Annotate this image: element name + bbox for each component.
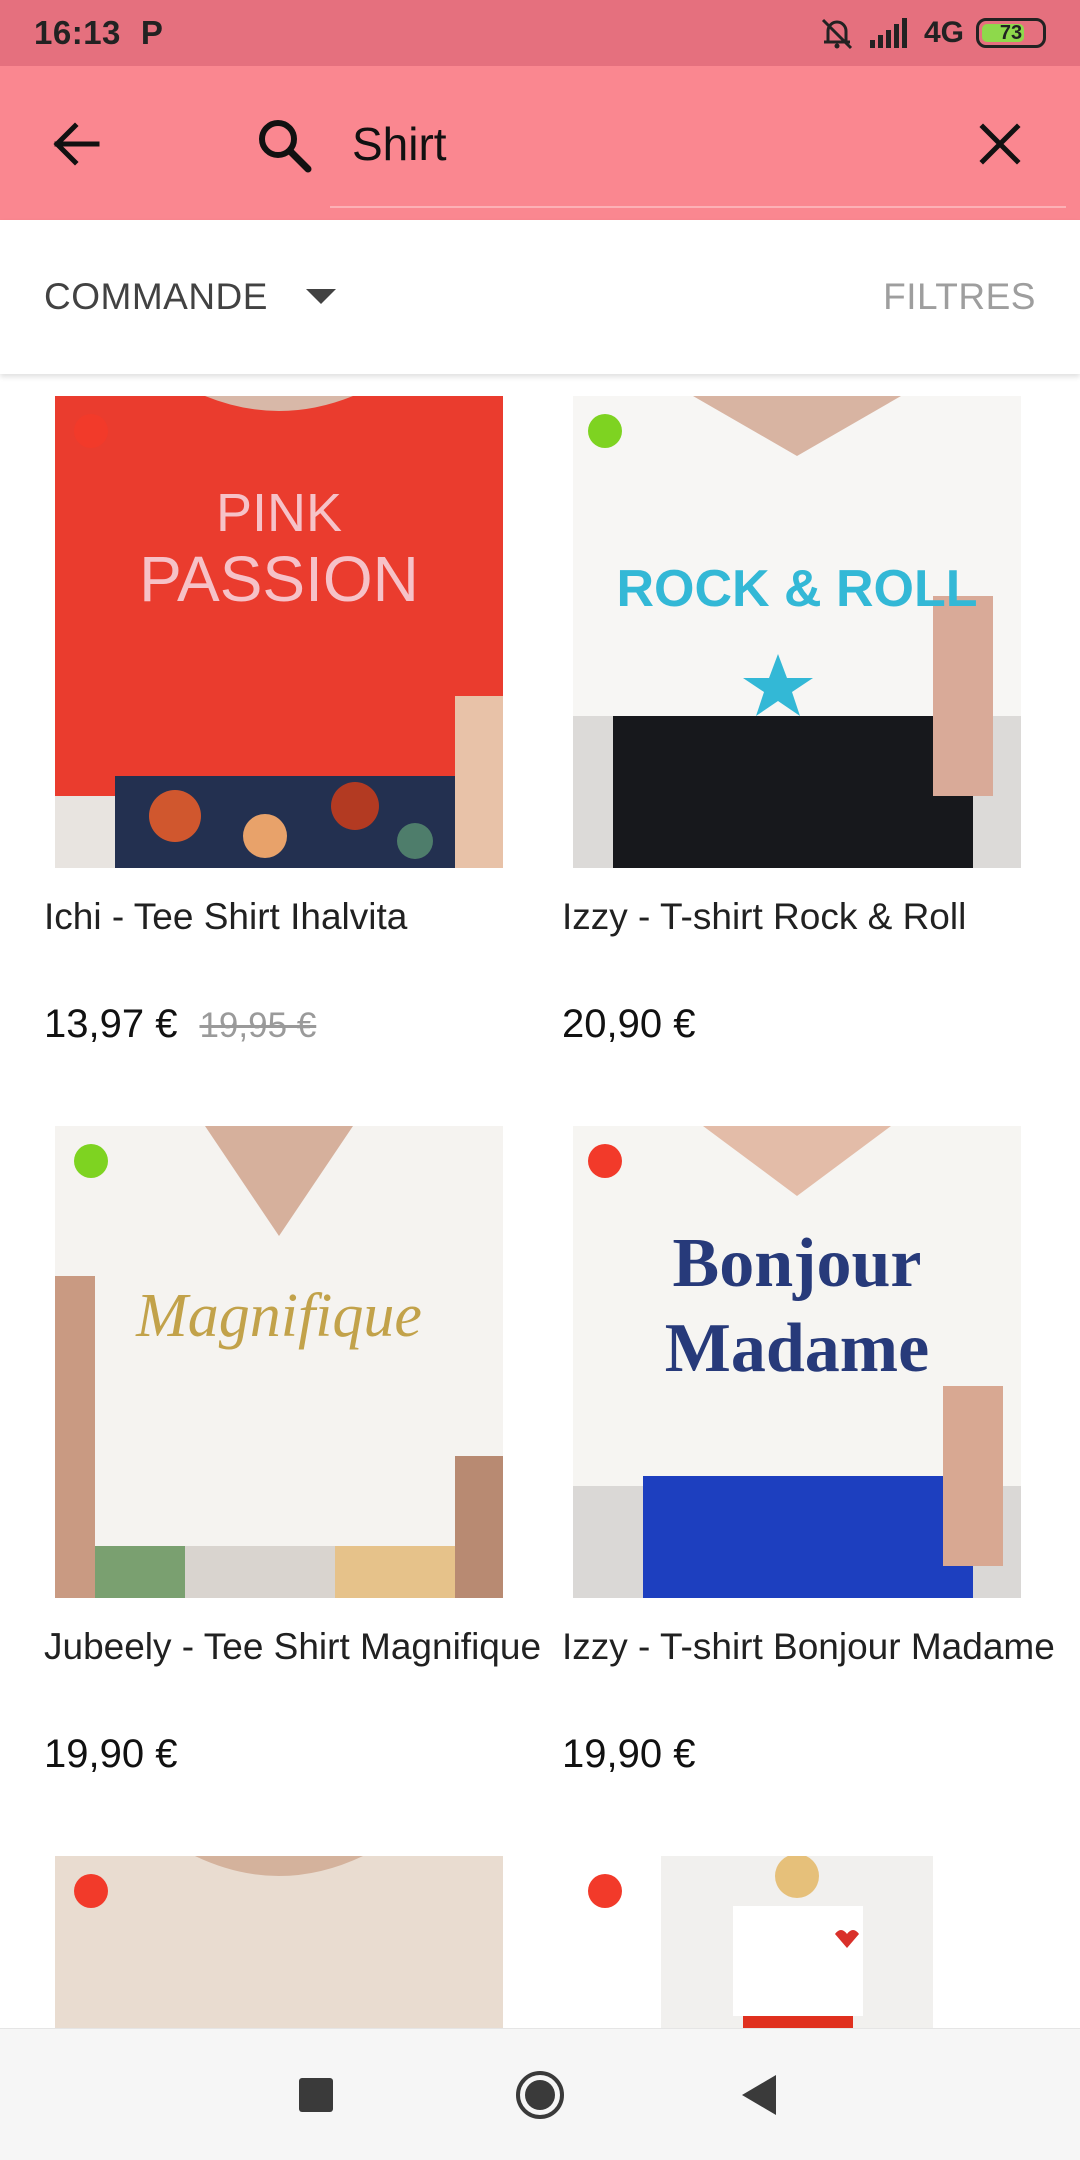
print-line-2: PASSION (139, 543, 419, 615)
product-grid: PINK PASSION Ichi - Tee Shirt Ihalvita 1… (0, 374, 1080, 2028)
tshirt-image: ROCK & ROLL (573, 396, 1021, 868)
close-icon (979, 123, 1021, 165)
product-image[interactable]: ROCK & ROLL (573, 396, 1021, 868)
product-image[interactable] (573, 1856, 1021, 2028)
search-app-bar (0, 66, 1080, 220)
product-image[interactable]: PINK PASSION (55, 396, 503, 868)
arrow-back-icon (53, 122, 100, 166)
product-price: 19,90 € (44, 1732, 178, 1776)
mute-icon (821, 18, 853, 50)
product-title[interactable]: Izzy - T-shirt Rock & Roll (562, 894, 1062, 940)
search-underline (330, 206, 1066, 208)
status-icons: 4G 73 (818, 16, 1046, 50)
product-old-price: 19,95 € (199, 1006, 317, 1045)
print-line-1: PINK (216, 483, 342, 543)
print-line-1: Bonjour (673, 1225, 922, 1302)
tshirt-image (55, 1856, 503, 2028)
back-triangle-icon (742, 2075, 776, 2115)
product-title[interactable]: Izzy - T-shirt Bonjour Madame (562, 1624, 1062, 1670)
availability-dot (74, 1874, 108, 1908)
tshirt-image: PINK PASSION (55, 396, 503, 868)
carrier-icon: P (140, 14, 163, 51)
product-price: 20,90 € (562, 1002, 696, 1046)
system-nav-bar (0, 2028, 1080, 2160)
product-title[interactable]: Ichi - Tee Shirt Ihalvita (44, 894, 544, 940)
battery-level: 73 (999, 21, 1023, 44)
status-bar: 16:13 P 4G 73 (0, 0, 1080, 66)
status-time: 16:13 (34, 14, 121, 51)
search-icon (259, 120, 312, 173)
recents-square-icon (299, 2078, 333, 2112)
availability-dot (588, 1874, 622, 1908)
home-button[interactable] (500, 2055, 580, 2135)
product-image[interactable]: Bonjour Madame (573, 1126, 1021, 1598)
tshirt-image: Bonjour Madame (573, 1126, 1021, 1598)
sort-label: COMMANDE (44, 276, 268, 317)
availability-dot (74, 1144, 108, 1178)
price-row: 13,97 € 19,95 € (44, 1002, 316, 1047)
availability-dot (588, 1144, 622, 1178)
price-row: 20,90 € (562, 1002, 695, 1047)
search-input[interactable] (352, 108, 912, 180)
clear-search-button[interactable] (962, 106, 1038, 182)
sort-dropdown[interactable]: COMMANDE (44, 260, 336, 334)
sort-filter-bar: COMMANDE FILTRES (0, 220, 1080, 374)
product-title[interactable]: Jubeely - Tee Shirt Magnifique (44, 1624, 544, 1670)
print-line-1: Magnifique (135, 1282, 422, 1350)
tshirt-image (661, 1856, 933, 2028)
filter-button[interactable]: FILTRES (883, 260, 1036, 334)
network-type: 4G (923, 16, 964, 49)
product-image[interactable]: Magnifique (55, 1126, 503, 1598)
print-line-1: ROCK & ROLL (616, 560, 977, 618)
dropdown-arrow-icon (305, 289, 336, 304)
battery-icon: 73 (976, 18, 1046, 48)
print-line-2: Madame (665, 1310, 929, 1387)
back-button[interactable] (38, 106, 114, 182)
recents-button[interactable] (276, 2055, 356, 2135)
back-nav-button[interactable] (720, 2055, 800, 2135)
price-row: 19,90 € (44, 1732, 177, 1777)
signal-icon (869, 18, 907, 48)
availability-dot (588, 414, 622, 448)
tshirt-image: Magnifique (55, 1126, 503, 1598)
price-row: 19,90 € (562, 1732, 695, 1777)
product-image[interactable] (55, 1856, 503, 2028)
availability-dot (74, 414, 108, 448)
product-price: 19,90 € (562, 1732, 696, 1776)
product-price: 13,97 € (44, 1002, 178, 1046)
home-circle-icon (516, 2071, 564, 2119)
